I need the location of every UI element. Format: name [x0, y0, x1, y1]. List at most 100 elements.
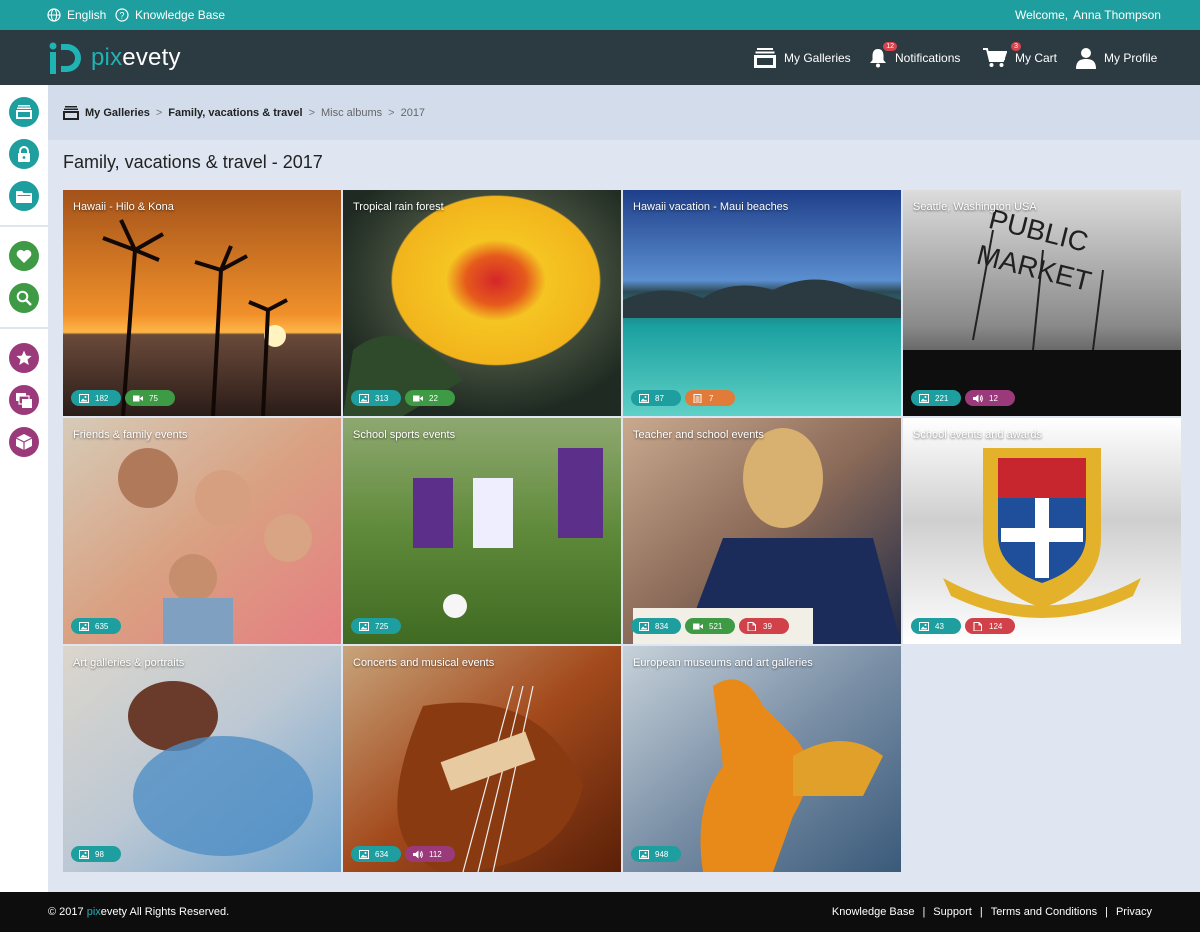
- count-value: 635: [95, 621, 109, 631]
- footer-link-privacy[interactable]: Privacy: [1116, 906, 1152, 918]
- album-counts: 87 7: [631, 390, 735, 406]
- top-bar: English ? Knowledge Base Welcome, Anna T…: [0, 0, 1200, 30]
- album-thumbnail: [903, 418, 1181, 644]
- sidebar-featured-button[interactable]: [9, 343, 39, 373]
- main-header: pixevety My Galleries 12 Notifications 3…: [0, 30, 1200, 85]
- album-title: Art galleries & portraits: [73, 657, 185, 669]
- album-counts: 634 112: [351, 846, 455, 862]
- count-badge-videos: 75: [125, 390, 175, 406]
- audio-icon: [413, 850, 423, 858]
- breadcrumb-level2[interactable]: Misc albums: [321, 107, 382, 119]
- album-tile[interactable]: School sports events 725: [343, 418, 621, 644]
- sidebar-folders-button[interactable]: [9, 181, 39, 211]
- album-title: Teacher and school events: [633, 429, 764, 441]
- book-icon: [693, 393, 702, 403]
- sidebar-albums-button[interactable]: [9, 385, 39, 415]
- album-counts: 725: [351, 618, 401, 634]
- bell-icon: [870, 48, 886, 67]
- album-tile[interactable]: Hawaii vacation - Maui beaches 87 7: [623, 190, 901, 416]
- breadcrumb-current: 2017: [400, 106, 426, 119]
- album-title: Concerts and musical events: [353, 657, 495, 669]
- user-icon: [1076, 47, 1096, 69]
- sidebar-packages-button[interactable]: [9, 427, 39, 457]
- sidebar-galleries-button[interactable]: [9, 97, 39, 127]
- breadcrumb-separator: >: [388, 106, 395, 119]
- count-value: 725: [375, 621, 389, 631]
- album-title: Friends & family events: [73, 429, 188, 441]
- photo-icon: [79, 393, 89, 403]
- copyright: © 2017 pix evety All Rights Reserved.: [48, 892, 229, 932]
- nav-my-cart[interactable]: 3 My Cart: [983, 30, 1057, 85]
- photo-icon: [359, 621, 369, 631]
- user-name[interactable]: Anna Thompson: [1073, 8, 1161, 22]
- footer-separator: |: [922, 906, 926, 918]
- album-tile[interactable]: Friends & family events 635: [63, 418, 341, 644]
- knowledge-base-link[interactable]: ? Knowledge Base: [115, 0, 225, 30]
- count-badge-photos: 182: [71, 390, 121, 406]
- album-thumbnail: [63, 190, 341, 416]
- count-badge-photos: 635: [71, 618, 121, 634]
- nav-my-profile[interactable]: My Profile: [1076, 30, 1157, 85]
- logo[interactable]: pixevety: [47, 40, 181, 76]
- album-tile[interactable]: School events and awards 43 124: [903, 418, 1181, 644]
- album-thumbnail: [343, 646, 621, 872]
- count-badge-photos: 834: [631, 618, 681, 634]
- count-value: 948: [655, 849, 669, 859]
- welcome-text: Welcome, Anna Thompson: [1015, 0, 1161, 30]
- breadcrumb-level1[interactable]: Family, vacations & travel: [168, 107, 302, 119]
- count-badge-photos: 313: [351, 390, 401, 406]
- count-value: 87: [655, 393, 664, 403]
- album-thumbnail: [623, 418, 901, 644]
- album-thumbnail: PUBLICMARKET: [903, 190, 1181, 416]
- breadcrumb-separator: >: [308, 106, 316, 119]
- star-icon: [16, 350, 32, 365]
- sidebar-favorites-button[interactable]: [9, 241, 39, 271]
- sidebar-divider: [0, 225, 48, 227]
- footer-separator: |: [1105, 906, 1108, 918]
- sidebar: [0, 85, 48, 892]
- gallery-stack-icon: [16, 392, 32, 408]
- album-title: Seattle, Washington USA: [913, 201, 1037, 213]
- breadcrumb: My Galleries > Family, vacations & trave…: [48, 85, 1200, 140]
- album-thumbnail: [63, 646, 341, 872]
- album-tile[interactable]: European museums and art galleries 948: [623, 646, 901, 872]
- album-tile[interactable]: Concerts and musical events 634 112: [343, 646, 621, 872]
- nav-notifications[interactable]: 12 Notifications: [869, 30, 960, 85]
- heart-icon: [16, 249, 32, 263]
- count-value: 43: [935, 621, 944, 631]
- sidebar-private-button[interactable]: [9, 139, 39, 169]
- footer-link-terms[interactable]: Terms and Conditions: [991, 906, 1097, 918]
- album-title: Tropical rain forest: [353, 201, 444, 213]
- count-value: 75: [149, 393, 158, 403]
- count-badge-documents: 39: [739, 618, 789, 634]
- album-counts: 182 75: [71, 390, 175, 406]
- breadcrumb-root[interactable]: My Galleries: [85, 107, 150, 119]
- footer-link-support[interactable]: Support: [933, 906, 972, 918]
- box-icon: [16, 434, 32, 450]
- nav-my-galleries-label: My Galleries: [784, 50, 851, 65]
- album-thumbnail: [623, 190, 901, 416]
- album-tile[interactable]: Tropical rain forest 313 22: [343, 190, 621, 416]
- album-counts: 221 12: [911, 390, 1015, 406]
- album-tile[interactable]: Hawaii - Hilo & Kona 182 75: [63, 190, 341, 416]
- footer-links: Knowledge Base | Support | Terms and Con…: [832, 892, 1152, 932]
- language-selector[interactable]: English: [47, 0, 106, 30]
- cart-icon: [983, 47, 1007, 67]
- album-tile[interactable]: PUBLIC MARKET Seattle, Washington USA 221 12: [903, 190, 1181, 416]
- logo-pix: pix: [91, 44, 123, 71]
- nav-my-galleries[interactable]: My Galleries: [754, 30, 851, 85]
- album-tile[interactable]: Teacher and school events 834 521 39: [623, 418, 901, 644]
- gallery-icon: [16, 105, 32, 119]
- photo-icon: [79, 621, 89, 631]
- sidebar-search-button[interactable]: [9, 283, 39, 313]
- count-value: 39: [763, 621, 772, 631]
- nav-my-cart-label: My Cart: [1015, 50, 1057, 65]
- album-tile[interactable]: Art galleries & portraits 98: [63, 646, 341, 872]
- copyright-pix: pix: [86, 906, 101, 918]
- photo-icon: [639, 849, 649, 859]
- count-value: 313: [375, 393, 389, 403]
- count-value: 12: [989, 393, 998, 403]
- count-badge-photos: 634: [351, 846, 401, 862]
- footer-link-knowledge-base[interactable]: Knowledge Base: [832, 906, 915, 918]
- video-icon: [133, 395, 143, 401]
